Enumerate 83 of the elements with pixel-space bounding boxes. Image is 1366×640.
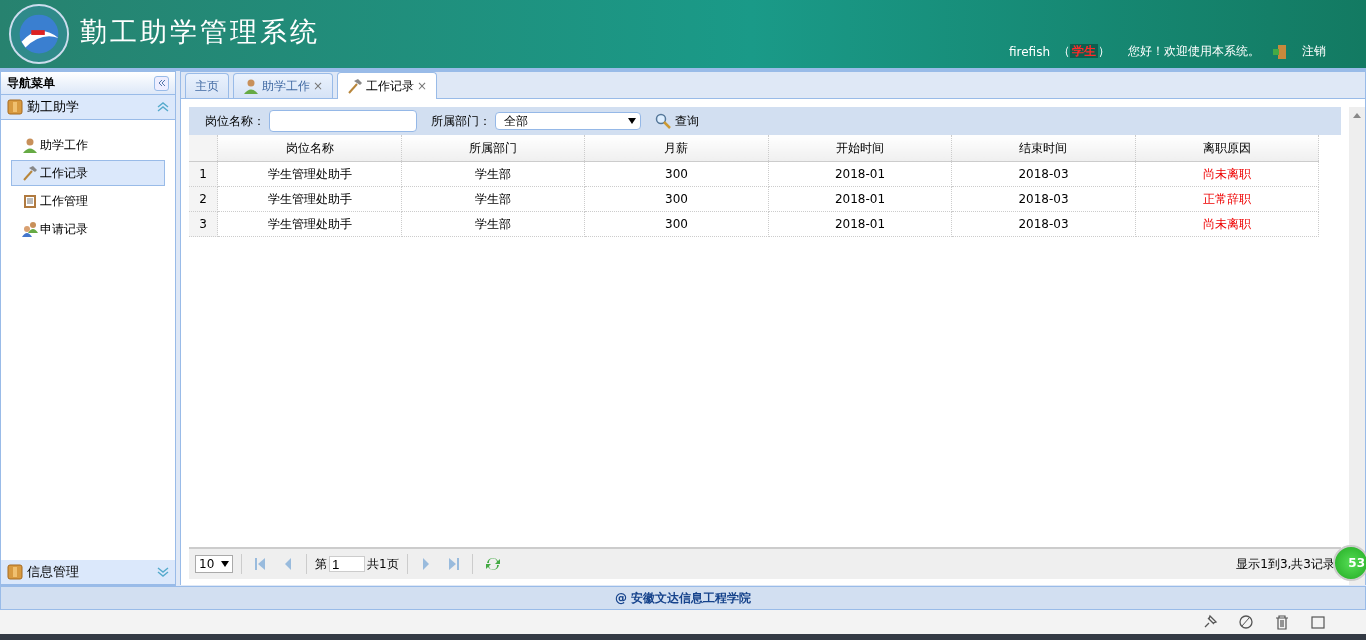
- box-icon: [7, 564, 23, 580]
- search-icon: [655, 113, 671, 129]
- tab[interactable]: 主页: [185, 73, 229, 98]
- copyright-text: @ 安徽文达信息工程学院: [0, 586, 1366, 610]
- query-button[interactable]: 查询: [655, 112, 699, 130]
- table-cell: 尚未离职: [1135, 211, 1319, 237]
- person-icon: [243, 78, 259, 94]
- record-summary: 显示1到3,共3记录: [1236, 555, 1335, 573]
- nav-item[interactable]: 助学工作: [11, 132, 165, 158]
- table-cell: 学生部: [401, 211, 585, 237]
- section-title: 勤工助学: [27, 98, 79, 116]
- scroll-up-icon[interactable]: [1353, 113, 1361, 118]
- table-cell: 学生部: [401, 161, 585, 187]
- column-header[interactable]: 所属部门: [401, 135, 585, 162]
- filter-label: 岗位名称：: [205, 112, 265, 130]
- greeting-text: 您好！欢迎使用本系统。: [1128, 43, 1260, 60]
- window-icon[interactable]: [1310, 614, 1326, 630]
- last-page-icon[interactable]: [447, 557, 460, 571]
- page-size-select[interactable]: 10: [195, 555, 233, 573]
- trash-icon[interactable]: [1274, 614, 1290, 630]
- double-chevron-icon: [156, 78, 167, 88]
- person-icon: [22, 137, 38, 153]
- column-header[interactable]: 结束时间: [951, 135, 1136, 162]
- dropdown-arrow-icon: [628, 118, 636, 124]
- row-number: 1: [189, 161, 218, 187]
- table-cell: 300: [584, 211, 769, 237]
- logout-link[interactable]: 注销: [1302, 43, 1326, 60]
- column-header[interactable]: 离职原因: [1135, 135, 1319, 162]
- nav-item[interactable]: 申请记录: [11, 216, 165, 242]
- table-cell: 正常辞职: [1135, 186, 1319, 212]
- collapse-button[interactable]: [154, 75, 169, 91]
- table-cell: 2018-03: [951, 211, 1136, 237]
- table-cell: 300: [584, 186, 769, 212]
- section-header[interactable]: 勤工助学: [1, 95, 175, 120]
- user-role: （ 学生 ）: [1058, 43, 1110, 60]
- user-name: firefish: [1008, 44, 1050, 59]
- row-number: 3: [189, 211, 218, 237]
- hammer-icon: [22, 165, 38, 181]
- column-header[interactable]: 开始时间: [768, 135, 952, 162]
- pin-icon[interactable]: [1202, 614, 1218, 630]
- tab[interactable]: 工作记录 ×: [337, 72, 438, 99]
- door-icon[interactable]: [1272, 43, 1288, 60]
- chevron-icon: [157, 101, 169, 113]
- table-cell: 2018-03: [951, 186, 1136, 212]
- table-cell: 尚未离职: [1135, 161, 1319, 187]
- sidebar-title: 导航菜单: [7, 74, 55, 92]
- nav-item[interactable]: 工作管理: [11, 188, 165, 214]
- table-cell: 学生管理处助手: [217, 211, 402, 237]
- dropdown-arrow-icon: [221, 561, 229, 567]
- box-icon: [7, 99, 23, 115]
- column-header[interactable]: 岗位名称: [217, 135, 402, 162]
- close-icon[interactable]: ×: [417, 79, 428, 93]
- page-input[interactable]: 1: [329, 556, 365, 572]
- system-title: 勤工助学管理系统: [80, 15, 320, 49]
- refresh-icon[interactable]: [484, 556, 501, 572]
- table-cell: 300: [584, 161, 769, 187]
- scrollbar[interactable]: [1349, 107, 1365, 585]
- table-cell: 2018-01: [768, 211, 952, 237]
- section-title: 信息管理: [27, 563, 79, 581]
- hammer-icon: [347, 78, 364, 94]
- table-cell: 学生管理处助手: [217, 186, 402, 212]
- row-number: 2: [189, 186, 218, 212]
- table-cell: 2018-01: [768, 161, 952, 187]
- first-page-icon[interactable]: [254, 557, 266, 571]
- filter-label: 所属部门：: [431, 112, 491, 130]
- logo-icon: [8, 3, 70, 65]
- table-cell: 2018-01: [768, 186, 952, 212]
- table-cell: 学生管理处助手: [217, 161, 402, 187]
- nav-item[interactable]: 工作记录: [11, 160, 165, 186]
- close-icon[interactable]: ×: [313, 79, 324, 93]
- clipboard-icon: [22, 193, 38, 209]
- tab[interactable]: 助学工作 ×: [233, 73, 334, 98]
- page-label: 第: [315, 555, 327, 573]
- table-cell: 2018-03: [951, 161, 1136, 187]
- department-dropdown[interactable]: 全部: [495, 112, 641, 130]
- page-count: 共1页: [367, 555, 399, 573]
- column-header[interactable]: 月薪: [584, 135, 769, 162]
- circle-icon[interactable]: [1238, 614, 1254, 630]
- table-cell: 学生部: [401, 186, 585, 212]
- users-icon: [22, 221, 38, 237]
- input-field[interactable]: [269, 110, 417, 132]
- section-header[interactable]: 信息管理: [1, 560, 175, 585]
- chevron-icon: [157, 566, 169, 578]
